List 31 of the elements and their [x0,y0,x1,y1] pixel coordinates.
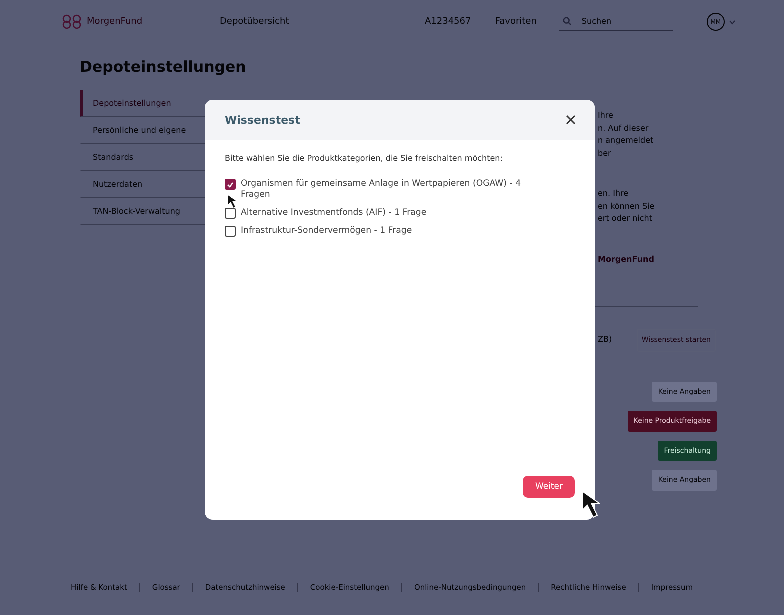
text-line: en. Ihre [598,188,630,200]
dialog-title: Wissenstest [225,114,300,126]
nav-link[interactable]: Depotübersicht [220,17,425,27]
text-line: ber [598,148,612,160]
account-number: A1234567 [425,17,472,27]
option-label[interactable]: Alternative Investmentfonds (AIF) - 1 Frage [241,208,427,219]
search-field[interactable]: Suchen [558,13,673,31]
brand-text: MorgenFund [598,254,656,266]
brand-name: MorgenFund [87,17,143,27]
checkbox[interactable] [225,226,236,237]
text-line: n angemeldet [598,135,655,147]
option-label[interactable]: Infrastruktur-Sondervermögen - 1 Frage [241,226,412,237]
text-line: en können Sie [598,200,656,212]
search-input[interactable]: Suchen [580,16,660,27]
favorites-link[interactable]: Favoriten [495,17,537,27]
search-icon [562,17,572,26]
dialog-instruction: Bitte wählen Sie die Produktkategorien, die Sie freischalten möchten: [225,154,504,163]
text-line: ert oder nicht [598,213,654,225]
option-label[interactable]: Organismen für gemeinsame Anlage in Wertpapieren (OGAW) - 4 Fragen [241,179,541,201]
next-button[interactable]: Weiter [523,476,575,498]
close-button[interactable] [565,114,577,126]
checkbox[interactable] [225,208,236,219]
page-title: Depoteinstellungen [80,58,248,76]
logo-icon [62,14,82,30]
close-icon [565,114,577,126]
text-line: Ihre [598,110,614,122]
mouse-pointer-icon [228,195,237,208]
checkbox[interactable] [225,179,236,190]
checkmark-icon [227,182,234,188]
row-label: ZB) [598,334,612,346]
text-line: n. Auf dieser [598,122,650,134]
